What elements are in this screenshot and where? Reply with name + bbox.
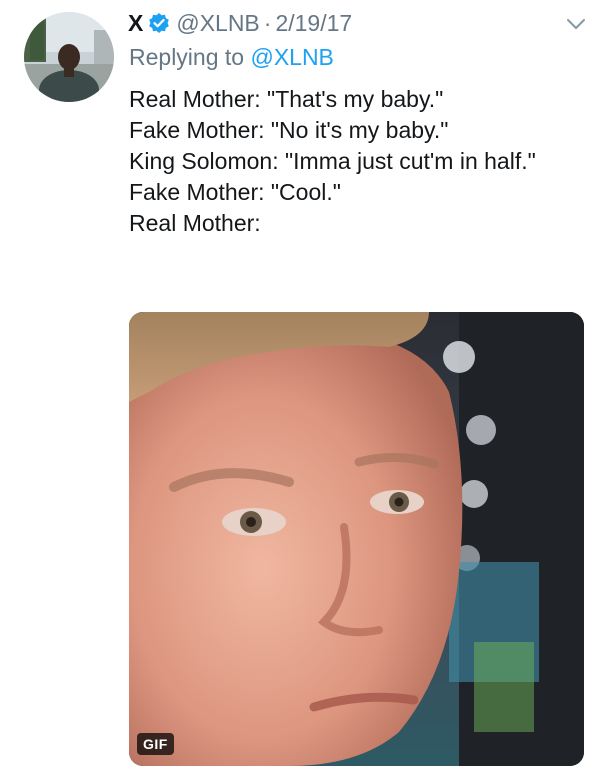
- replying-to-handle[interactable]: @XLNB: [250, 44, 333, 70]
- tweet-line: Fake Mother: "Cool.": [129, 179, 341, 205]
- avatar[interactable]: [24, 12, 114, 102]
- replying-to: Replying to @XLNB: [129, 44, 334, 71]
- tweet-header: X @XLNB · 2/19/17: [128, 6, 352, 40]
- replying-to-label: Replying to: [129, 44, 245, 70]
- gif-media[interactable]: GIF: [129, 312, 584, 766]
- tweet-line: Fake Mother: "No it's my baby.": [129, 117, 449, 143]
- verified-badge-icon: [148, 12, 170, 34]
- gif-image: [129, 312, 584, 766]
- tweet-line: King Solomon: "Imma just cut'm in half.": [129, 148, 536, 174]
- header-separator: ·: [263, 9, 272, 36]
- gif-badge: GIF: [137, 733, 174, 755]
- tweet-date[interactable]: 2/19/17: [275, 10, 352, 37]
- tweet-line: Real Mother:: [129, 210, 261, 236]
- display-name[interactable]: X: [128, 10, 143, 37]
- user-handle[interactable]: @XLNB: [176, 10, 259, 37]
- avatar-image: [24, 12, 114, 102]
- tweet-text: Real Mother: "That's my baby." Fake Moth…: [129, 84, 579, 239]
- chevron-down-icon[interactable]: [564, 12, 588, 36]
- tweet-line: Real Mother: "That's my baby.": [129, 86, 444, 112]
